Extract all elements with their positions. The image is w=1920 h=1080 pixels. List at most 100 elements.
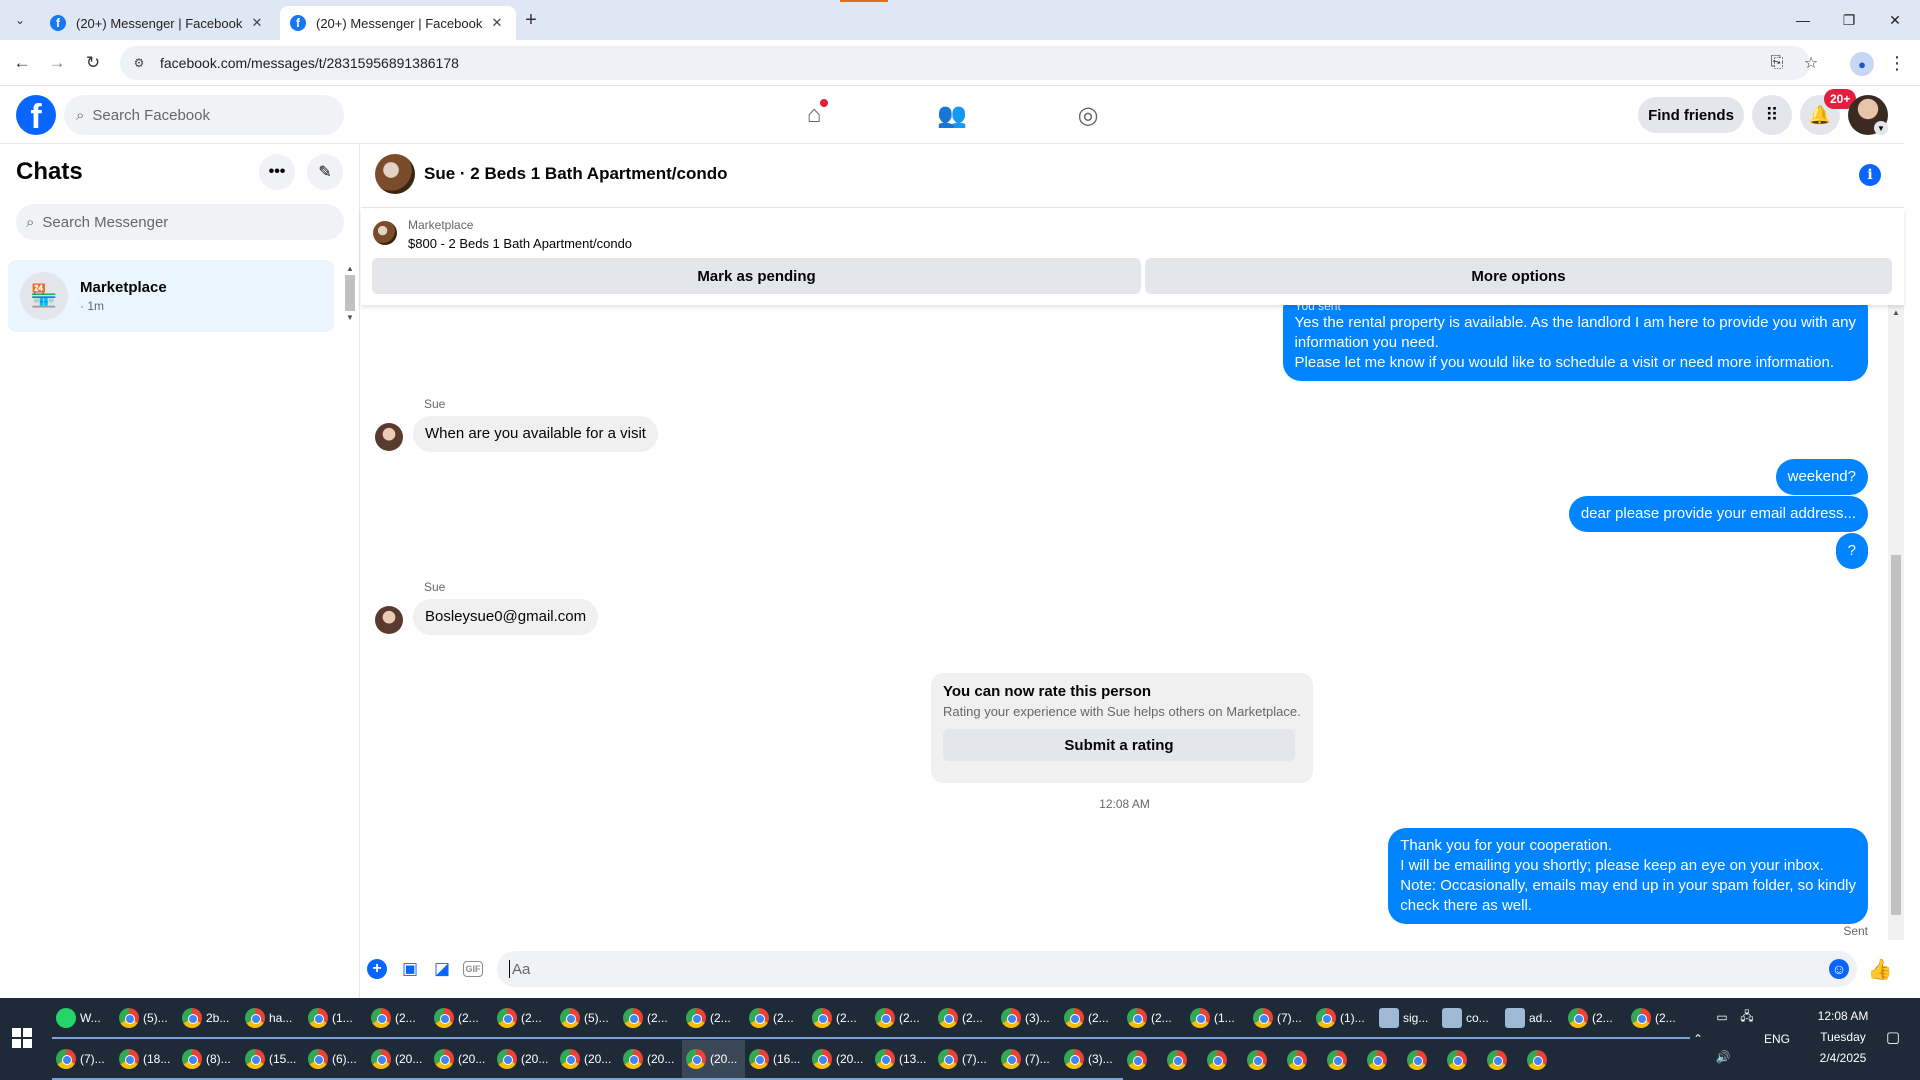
taskbar-app-button[interactable]: [1483, 1040, 1523, 1080]
listing-avatar[interactable]: [375, 154, 415, 194]
taskbar-app-button[interactable]: (16...: [745, 1040, 808, 1080]
taskbar-app-button[interactable]: (2...: [682, 999, 745, 1039]
taskbar-app-button[interactable]: (20...: [556, 1040, 619, 1080]
notification-center-icon[interactable]: ▢: [1882, 1026, 1904, 1048]
taskbar-app-button[interactable]: (2...: [745, 999, 808, 1039]
volume-icon[interactable]: 🔊: [1712, 1042, 1734, 1072]
listing-description[interactable]: $800 - 2 Beds 1 Bath Apartment/condo: [408, 236, 632, 251]
taskbar-app-button[interactable]: [1203, 1040, 1243, 1080]
more-actions-plus-icon[interactable]: +: [367, 959, 387, 979]
taskbar-app-button[interactable]: (1...: [1186, 999, 1249, 1039]
scroll-up-arrow-icon[interactable]: ▲: [1888, 305, 1904, 321]
scroll-thumb[interactable]: [345, 275, 355, 311]
windows-start-icon[interactable]: [12, 1028, 32, 1048]
taskbar-app-button[interactable]: (20...: [682, 1040, 745, 1080]
outgoing-message[interactable]: Thank you for your cooperation. I will b…: [1388, 828, 1868, 924]
input-language[interactable]: ENG: [1762, 998, 1792, 1080]
sender-avatar[interactable]: [375, 606, 403, 634]
taskbar-app-button[interactable]: (1...: [304, 999, 367, 1039]
taskbar-app-button[interactable]: (20...: [619, 1040, 682, 1080]
mark-as-pending-button[interactable]: Mark as pending: [372, 258, 1141, 294]
reload-button[interactable]: ↻: [80, 50, 106, 76]
taskbar-app-button[interactable]: [1363, 1040, 1403, 1080]
find-friends-button[interactable]: Find friends: [1638, 97, 1744, 133]
taskbar-app-button[interactable]: (2...: [430, 999, 493, 1039]
submit-rating-button[interactable]: Submit a rating: [943, 729, 1295, 761]
browser-tab-2[interactable]: f (20+) Messenger | Facebook ✕: [280, 6, 516, 40]
messenger-search-input[interactable]: ⌕ Search Messenger: [16, 204, 344, 240]
taskbar-app-button[interactable]: (2...: [1123, 999, 1186, 1039]
taskbar-app-button[interactable]: (20...: [430, 1040, 493, 1080]
taskbar-app-button[interactable]: (18...: [115, 1040, 178, 1080]
taskbar-app-button[interactable]: (5)...: [115, 999, 178, 1039]
sender-avatar[interactable]: [375, 423, 403, 451]
info-icon[interactable]: i: [1859, 164, 1881, 186]
outgoing-message[interactable]: ?: [1835, 533, 1868, 569]
taskbar-app-button[interactable]: (7)...: [934, 1040, 997, 1080]
taskbar-app-button[interactable]: (5)...: [556, 999, 619, 1039]
outgoing-message[interactable]: You sent Yes the rental property is avai…: [1282, 305, 1868, 381]
menu-grid-icon[interactable]: ⠿: [1752, 95, 1792, 135]
taskbar-app-button[interactable]: W...: [52, 999, 115, 1039]
system-clock[interactable]: 12:08 AM Tuesday 2/4/2025: [1798, 1006, 1888, 1069]
incoming-message[interactable]: Bosleysue0@gmail.com: [413, 599, 599, 635]
facebook-search-input[interactable]: ⌕ Search Facebook: [64, 95, 344, 135]
emoji-icon[interactable]: ☺: [1829, 959, 1849, 979]
profile-icon[interactable]: ●: [1850, 52, 1874, 76]
taskbar-app-button[interactable]: (2...: [871, 999, 934, 1039]
message-thread[interactable]: You sent Yes the rental property is avai…: [361, 305, 1888, 935]
close-window-button[interactable]: ✕: [1872, 0, 1918, 40]
taskbar-app-button[interactable]: (2...: [619, 999, 682, 1039]
facebook-logo-icon[interactable]: f: [16, 95, 56, 135]
incoming-message[interactable]: When are you available for a visit: [413, 416, 658, 452]
tab-search-button[interactable]: ⌄: [8, 8, 32, 32]
taskbar-app-button[interactable]: [1323, 1040, 1363, 1080]
taskbar-app-button[interactable]: ha...: [241, 999, 304, 1039]
gif-icon[interactable]: GIF: [463, 961, 483, 977]
taskbar-app-button[interactable]: (15...: [241, 1040, 304, 1080]
taskbar-app-button[interactable]: (2...: [1627, 999, 1690, 1039]
back-button[interactable]: ←: [9, 50, 35, 76]
taskbar-app-button[interactable]: (3)...: [1060, 1040, 1123, 1080]
taskbar-app-button[interactable]: (3)...: [997, 999, 1060, 1039]
site-info-icon[interactable]: ⚙: [130, 54, 148, 72]
scroll-thumb[interactable]: [1891, 555, 1901, 915]
bookmark-star-icon[interactable]: ☆: [1800, 52, 1822, 74]
attach-photo-icon[interactable]: ▣: [399, 958, 421, 980]
close-tab-icon[interactable]: ✕: [248, 14, 266, 32]
taskbar-app-button[interactable]: (20...: [493, 1040, 556, 1080]
taskbar-app-button[interactable]: [1443, 1040, 1483, 1080]
new-tab-button[interactable]: +: [520, 9, 542, 31]
minimize-window-button[interactable]: —: [1780, 0, 1826, 40]
scroll-down-arrow-icon[interactable]: ▼: [344, 313, 356, 322]
friends-nav-icon[interactable]: 👥: [932, 95, 972, 135]
taskbar-app-button[interactable]: [1123, 1040, 1163, 1080]
sticker-icon[interactable]: ◪: [431, 958, 453, 980]
taskbar-app-button[interactable]: ad...: [1501, 999, 1564, 1039]
meet-now-icon[interactable]: ▭: [1712, 1002, 1732, 1032]
taskbar-app-button[interactable]: [1163, 1040, 1203, 1080]
taskbar-app-button[interactable]: (2...: [808, 999, 871, 1039]
outgoing-message[interactable]: dear please provide your email address..…: [1568, 496, 1868, 532]
install-app-icon[interactable]: ⎘: [1766, 52, 1788, 74]
taskbar-app-button[interactable]: (1)...: [1312, 999, 1375, 1039]
taskbar-app-button[interactable]: (13...: [871, 1040, 934, 1080]
home-nav-icon[interactable]: ⌂: [794, 95, 834, 135]
scroll-up-arrow-icon[interactable]: ▲: [344, 264, 356, 273]
taskbar-app-button[interactable]: [1283, 1040, 1323, 1080]
thread-scrollbar[interactable]: ▲: [1888, 305, 1904, 940]
chevron-down-icon[interactable]: ▼: [1874, 121, 1888, 135]
taskbar-app-button[interactable]: sig...: [1375, 999, 1438, 1039]
close-tab-icon[interactable]: ✕: [488, 14, 506, 32]
taskbar-app-button[interactable]: (6)...: [304, 1040, 367, 1080]
taskbar-app-button[interactable]: (2...: [493, 999, 556, 1039]
message-input[interactable]: Aa: [497, 951, 1857, 987]
chat-list-scrollbar[interactable]: ▲ ▼: [344, 264, 356, 334]
taskbar-app-button[interactable]: (2...: [367, 999, 430, 1039]
taskbar-app-button[interactable]: (20...: [808, 1040, 871, 1080]
taskbar-app-button[interactable]: (2...: [1060, 999, 1123, 1039]
taskbar-app-button[interactable]: 2b...: [178, 999, 241, 1039]
restore-window-button[interactable]: ❐: [1826, 0, 1872, 40]
network-icon[interactable]: 🖧: [1736, 1002, 1758, 1032]
taskbar-app-button[interactable]: [1243, 1040, 1283, 1080]
